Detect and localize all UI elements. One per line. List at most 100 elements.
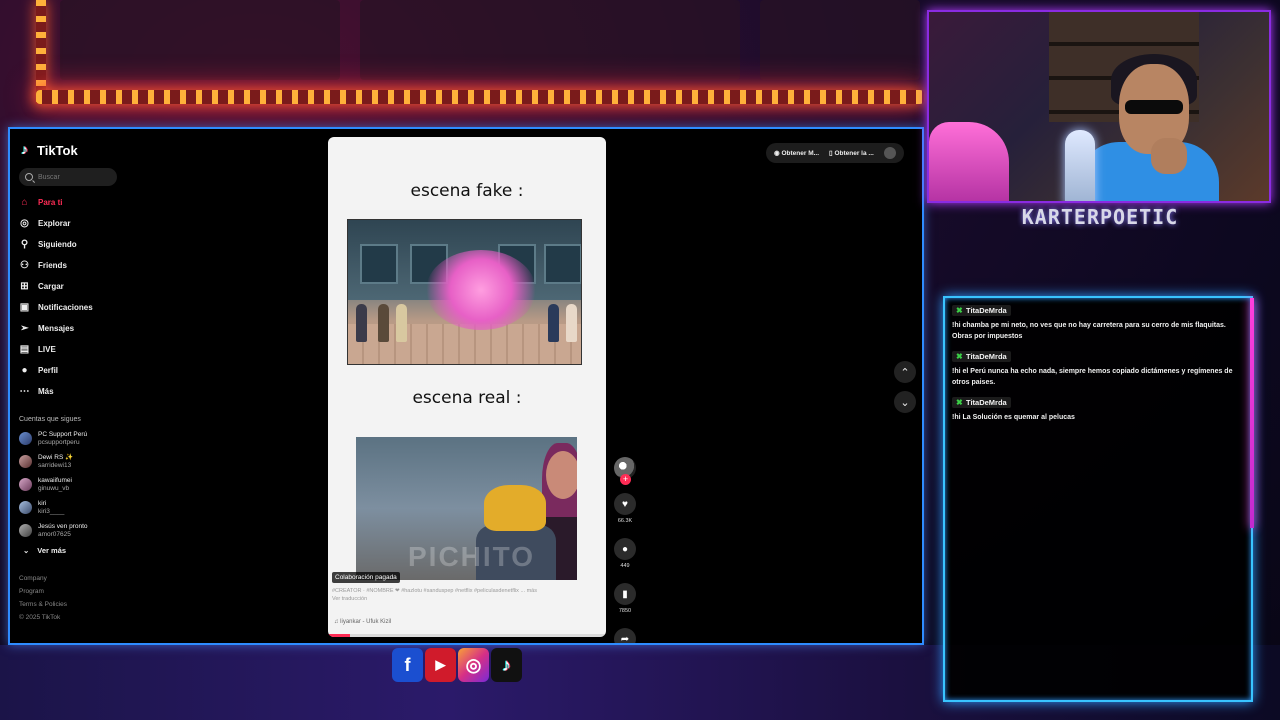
video-caption: #CREATOR · #NOMBRE ❤ #hazlotu #sanduspep… [332,587,602,603]
get-app-label: Obtener M... [781,150,820,157]
video-text-bottom: escena real : [412,388,522,408]
chat-username: ✖ TitaDeMrda [952,397,1011,408]
save-button[interactable]: ▮ [614,583,636,605]
next-video-button[interactable]: ⌄ [894,391,916,413]
inbox-icon: ▣ [19,302,30,313]
chevron-down-icon: ⌄ [23,546,30,555]
chevron-up-icon: ⌃ [900,366,910,379]
following-section-title: Cuentas que sigues [19,416,81,423]
following-handle: amor07625 [38,530,71,538]
chat-username: ✖ TitaDeMrda [952,305,1011,316]
chat-message: ✖ TitaDeMrda !hi el Perú nunca ha echo na… [945,344,1251,390]
social-icons: f ▶ ◎ ♪ [392,648,522,682]
music-label[interactable]: ♫ liyankar - Ufuk Kizil [334,619,391,625]
video-player[interactable]: escena fake : escena real : PICHITO Cola… [328,137,606,637]
send-icon: ➢ [20,323,29,334]
footer-links: Company Program Terms & Policies © 2025 … [19,575,67,627]
nav-item-live[interactable]: ▤ LIVE [19,339,126,360]
nav-item-cargar[interactable]: ⊞ Cargar [19,276,126,297]
nav-label: Perfil [38,366,59,375]
like-button[interactable]: ♥ [614,493,636,515]
creator-avatar[interactable]: + [614,457,636,485]
avatar [19,478,32,491]
tiktok-icon: ♪ [491,648,522,682]
see-translation-link[interactable]: Ver traducción [332,596,367,602]
bookmark-icon: ▮ [622,588,628,600]
footer-link-company[interactable]: Company [19,575,67,588]
footer-link-terms[interactable]: Terms & Policies [19,601,67,614]
search-icon [25,173,33,181]
following-name: PC Support Perú [38,430,88,438]
nav-label: LIVE [38,345,56,354]
video-actions: + ♥ 66.3K ● 449 ▮ 7850 ➦ 1722 [610,457,640,643]
following-handle: kiri3____ [38,507,65,515]
logo-text: TikTok [37,143,78,158]
youtube-icon: ▶ [425,648,456,682]
nav-label: Mensajes [38,324,75,333]
tiktok-logo[interactable]: TikTok [21,141,126,158]
comment-icon: ● [621,543,629,555]
video-watermark: PICHITO [408,541,536,572]
get-coins-label: Obtener la ... [834,150,874,157]
video-frame-real: PICHITO [356,437,577,580]
following-name: Jesús ven pronto [38,522,88,530]
streamer-name: KARTERPOETIC [1021,205,1179,229]
see-more-label: Ver más [37,546,67,555]
following-item[interactable]: kiri kiri3____ [19,496,126,519]
video-frame-fake [347,219,582,365]
chat-text: !hi el Perú nunca ha echo nada, siempre … [952,368,1233,386]
previous-video-button[interactable]: ⌃ [894,361,916,383]
chat-text: !hi chamba pe mi neto, no ves que no hay… [952,322,1226,340]
following-list: PC Support Perú pcsupportperu Dewi RS ✨ sa… [19,427,126,542]
nav-item-explorar[interactable]: ◎ Explorar [19,213,126,234]
share-button[interactable]: ➦ [614,628,636,643]
footer-link-program[interactable]: Program [19,588,67,601]
home-icon: ⌂ [21,197,28,208]
comment-button[interactable]: ● [614,538,636,560]
chevron-down-icon: ⌄ [900,396,910,409]
top-right-buttons: ◉ Obtener M... ▯ Obtener la ... [766,143,904,163]
nav-item-mensajes[interactable]: ➢ Mensajes [19,318,126,339]
nav-item-siguiendo[interactable]: ⚲ Siguiendo [19,234,126,255]
save-count: 7850 [618,608,632,614]
user-avatar[interactable] [883,147,896,159]
nav-item-friends[interactable]: ⚇ Friends [19,255,126,276]
follow-plus-icon[interactable]: + [620,474,631,485]
video-progress-bar[interactable] [328,634,606,637]
nav-label: Notificaciones [38,303,93,312]
nav-item-notificaciones[interactable]: ▣ Notificaciones [19,297,126,318]
caption-text: #CREATOR · #NOMBRE ❤ #hazlotu #sanduspep… [332,588,526,594]
caption-more-link[interactable]: más [527,588,537,594]
nav-item-perfil[interactable]: ● Perfil [19,360,126,381]
following-item[interactable]: Dewi RS ✨ sarridewi13 [19,450,126,473]
verified-badge-icon: ✖ [956,352,963,361]
nav-label: Más [38,387,54,396]
get-coins-button[interactable]: ▯ Obtener la ... [829,149,874,157]
verified-badge-icon: ✖ [956,306,963,315]
search-placeholder: Buscar [38,173,60,181]
nav-item-para-ti[interactable]: ⌂ Para ti [19,192,126,213]
see-more-button[interactable]: ⌄ Ver más [23,546,126,555]
instagram-icon: ◎ [458,648,489,682]
avatar [19,455,32,468]
chat-text: !hi La Solución es quemar al pelucas [952,414,1075,421]
following-item[interactable]: kawaiifumei ginuwu_vb [19,473,126,496]
sidebar: TikTok Buscar ⌂ Para ti ◎ Explorar ⚲ Siguie… [10,129,135,643]
get-app-button[interactable]: ◉ Obtener M... [774,149,819,157]
chat-overlay: ✖ TitaDeMrda !hi chamba pe mi neto, no ve… [943,296,1254,702]
following-item[interactable]: PC Support Perú pcsupportperu [19,427,126,450]
nav-item-mas[interactable]: ⋯ Más [19,381,126,402]
upload-icon: ⊞ [20,281,29,292]
nav-label: Siguiendo [38,240,77,249]
following-item[interactable]: Jesús ven pronto amor07625 [19,519,126,542]
search-input[interactable]: Buscar [19,168,117,186]
following-handle: pcsupportperu [38,438,80,446]
following-name: kawaiifumei [38,476,72,484]
chat-username-text: TitaDeMrda [966,306,1007,315]
heart-icon: ♥ [622,498,628,510]
avatar [19,432,32,445]
video-progress-fill [328,634,351,637]
chat-username-text: TitaDeMrda [966,352,1007,361]
following-icon: ⚲ [20,239,29,250]
comment-count: 449 [620,563,630,569]
